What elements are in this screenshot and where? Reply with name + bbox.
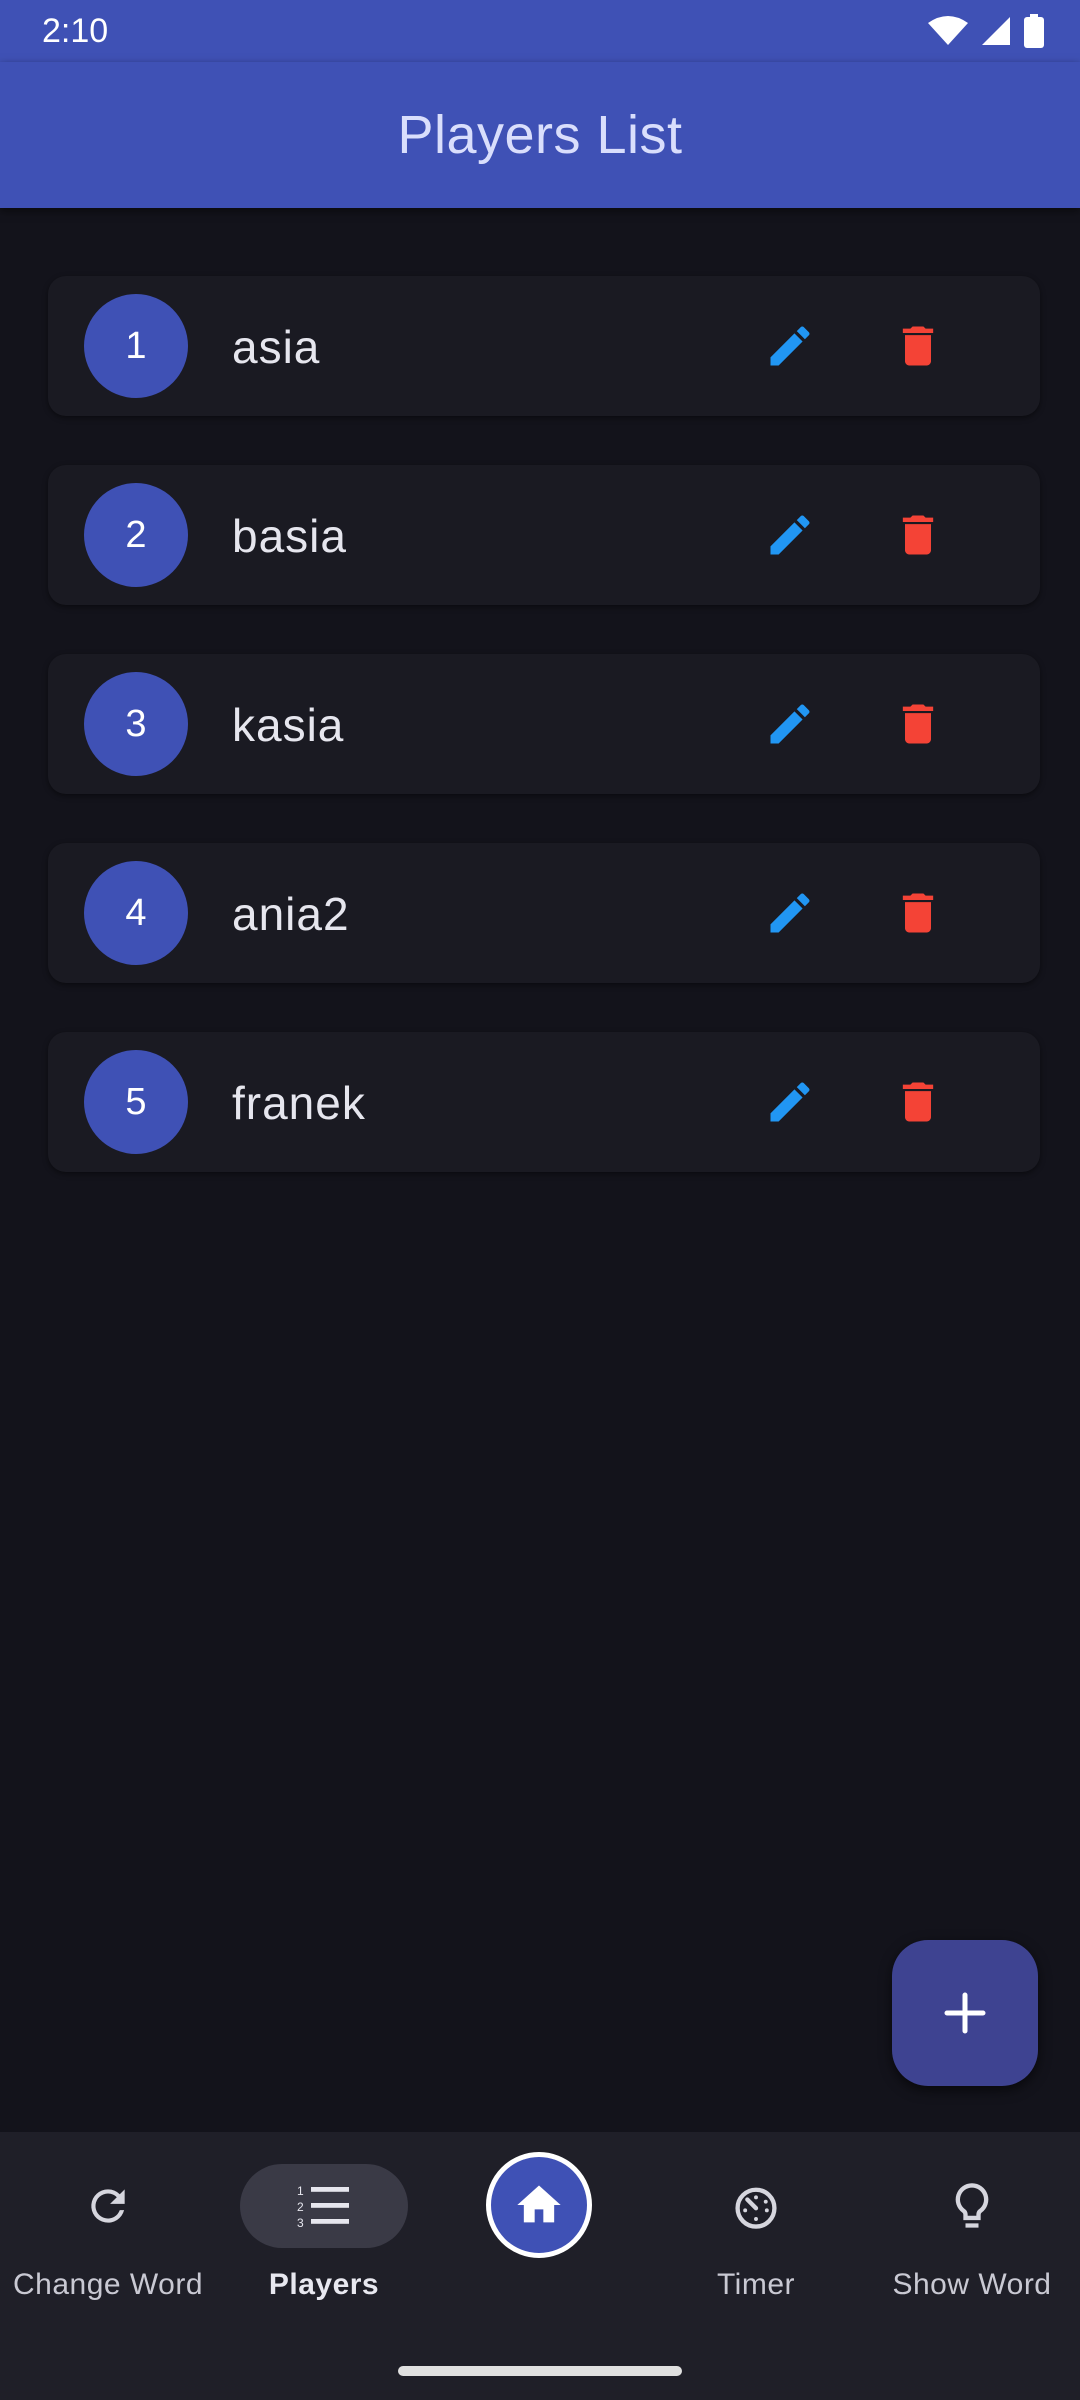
edit-player-button[interactable] xyxy=(754,688,826,760)
edit-player-button[interactable] xyxy=(754,1066,826,1138)
nav-players-indicator: 1 2 3 xyxy=(240,2164,408,2248)
home-icon xyxy=(517,2185,561,2223)
player-row[interactable]: 2 basia xyxy=(48,465,1040,605)
edit-player-button[interactable] xyxy=(754,310,826,382)
nav-change-word-icon-wrap xyxy=(58,2164,158,2248)
player-name: basia xyxy=(232,510,347,562)
player-number-avatar: 1 xyxy=(84,294,188,398)
nav-change-word[interactable]: Change Word xyxy=(0,2132,216,2312)
nav-timer-label: Timer xyxy=(716,2268,796,2301)
wifi-icon xyxy=(928,15,968,52)
page-title: Players List xyxy=(397,105,683,165)
player-number-avatar: 2 xyxy=(84,483,188,587)
delete-player-button[interactable] xyxy=(882,688,954,760)
player-row[interactable]: 5 franek xyxy=(48,1032,1040,1172)
player-number-avatar: 3 xyxy=(84,672,188,776)
numbered-list-icon: 1 2 3 xyxy=(297,2184,349,2230)
nav-timer[interactable]: Timer xyxy=(648,2132,864,2312)
player-number-avatar: 5 xyxy=(84,1050,188,1154)
player-name: franek xyxy=(232,1077,366,1129)
svg-text:3: 3 xyxy=(297,2216,304,2230)
pencil-icon xyxy=(770,893,810,933)
players-list: 1 asia 2 basia 3 kasia 4 ania2 5 franek xyxy=(48,276,1040,1221)
player-number-avatar: 4 xyxy=(84,861,188,965)
status-time: 2:10 xyxy=(42,12,109,50)
delete-player-button[interactable] xyxy=(882,1066,954,1138)
timer-icon xyxy=(735,2187,777,2229)
refresh-icon xyxy=(91,2189,125,2223)
nav-show-word[interactable]: Show Word xyxy=(864,2132,1080,2312)
svg-text:2: 2 xyxy=(297,2200,304,2214)
app-bar: Players List xyxy=(0,62,1080,208)
delete-player-button[interactable] xyxy=(882,310,954,382)
status-bar: 2:10 xyxy=(0,0,1080,62)
battery-icon xyxy=(1024,14,1044,53)
trash-icon xyxy=(902,704,934,744)
trash-icon xyxy=(902,1082,934,1122)
nav-home-button[interactable] xyxy=(486,2152,592,2258)
trash-icon xyxy=(902,515,934,555)
player-name: asia xyxy=(232,321,321,373)
trash-icon xyxy=(902,893,934,933)
gesture-handle xyxy=(398,2366,682,2376)
pencil-icon xyxy=(770,704,810,744)
nav-change-word-label: Change Word xyxy=(12,2268,204,2301)
nav-show-word-label: Show Word xyxy=(892,2268,1052,2301)
edit-player-button[interactable] xyxy=(754,499,826,571)
nav-players-label: Players xyxy=(268,2268,380,2301)
signal-icon xyxy=(980,15,1012,52)
player-row[interactable]: 4 ania2 xyxy=(48,843,1040,983)
nav-players[interactable]: 1 2 3 Players xyxy=(216,2132,432,2312)
pencil-icon xyxy=(770,515,810,555)
delete-player-button[interactable] xyxy=(882,499,954,571)
pencil-icon xyxy=(770,326,810,366)
player-name: ania2 xyxy=(232,888,350,940)
lightbulb-icon xyxy=(955,2183,989,2228)
plus-icon xyxy=(944,1992,986,2034)
delete-player-button[interactable] xyxy=(882,877,954,949)
svg-text:1: 1 xyxy=(297,2184,304,2198)
edit-player-button[interactable] xyxy=(754,877,826,949)
pencil-icon xyxy=(770,1082,810,1122)
bottom-navigation: Change Word 1 2 3 Players Timer Show Wor… xyxy=(0,2132,1080,2400)
add-player-button[interactable] xyxy=(892,1940,1038,2086)
trash-icon xyxy=(902,326,934,366)
status-icons xyxy=(928,14,1044,53)
player-name: kasia xyxy=(232,699,345,751)
nav-timer-icon-wrap xyxy=(706,2164,806,2248)
nav-show-word-icon-wrap xyxy=(922,2164,1022,2248)
player-row[interactable]: 3 kasia xyxy=(48,654,1040,794)
player-row[interactable]: 1 asia xyxy=(48,276,1040,416)
